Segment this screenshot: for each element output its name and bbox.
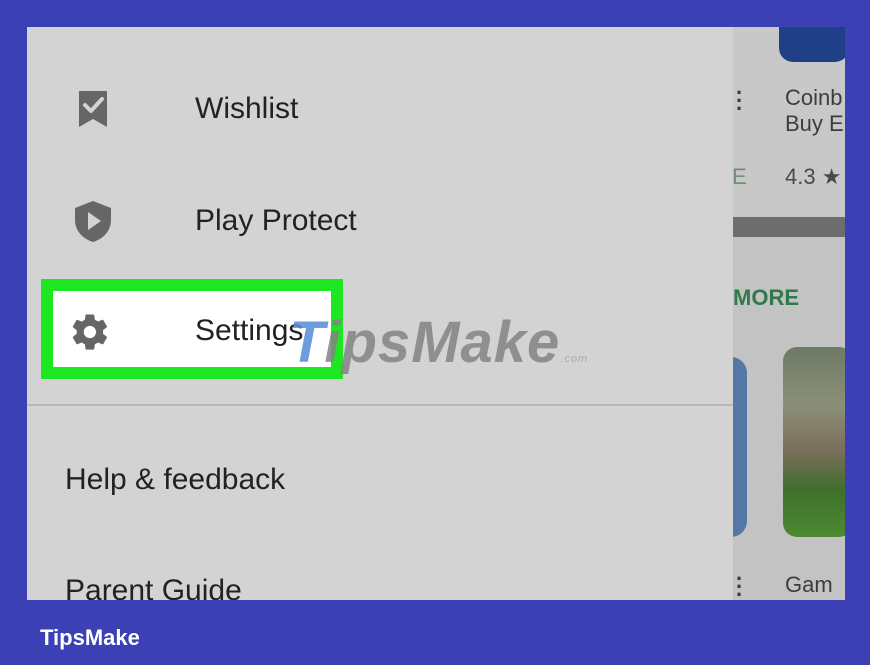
- background-app-title: Coinb Buy E: [785, 85, 844, 136]
- bookmark-check-icon: [71, 87, 115, 131]
- drawer-item-label: Wishlist: [195, 92, 299, 125]
- background-app-rating: 4.3 ★: [785, 164, 842, 189]
- shield-play-icon: [71, 199, 115, 243]
- drawer-item-play-protect[interactable]: Play Protect: [27, 173, 733, 269]
- gear-icon: [69, 311, 113, 355]
- background-app-icon: [779, 27, 845, 62]
- watermark-logo: TipsMake.com: [289, 310, 589, 375]
- background-more-link: MORE: [733, 285, 799, 310]
- drawer-item-parent-guide[interactable]: Parent Guide: [65, 573, 242, 600]
- drawer-item-label: Settings: [195, 314, 304, 347]
- overflow-menu-icon: · · ·: [736, 566, 744, 601]
- background-game-title: Gam: [785, 572, 833, 597]
- overflow-menu-icon: · · ·: [736, 80, 744, 121]
- background-game-thumbnail: [783, 347, 845, 537]
- phone-screen: · · · Coinb Buy E E 4.3 ★ MORE · · · Gam Wis…: [27, 27, 845, 600]
- drawer-divider: [27, 404, 733, 406]
- brand-label: TipsMake: [40, 625, 140, 650]
- drawer-item-wishlist[interactable]: Wishlist: [27, 61, 733, 157]
- drawer-item-help-feedback[interactable]: Help & feedback: [65, 462, 285, 498]
- drawer-item-label: Play Protect: [195, 204, 357, 237]
- background-edge-text: E: [732, 164, 747, 189]
